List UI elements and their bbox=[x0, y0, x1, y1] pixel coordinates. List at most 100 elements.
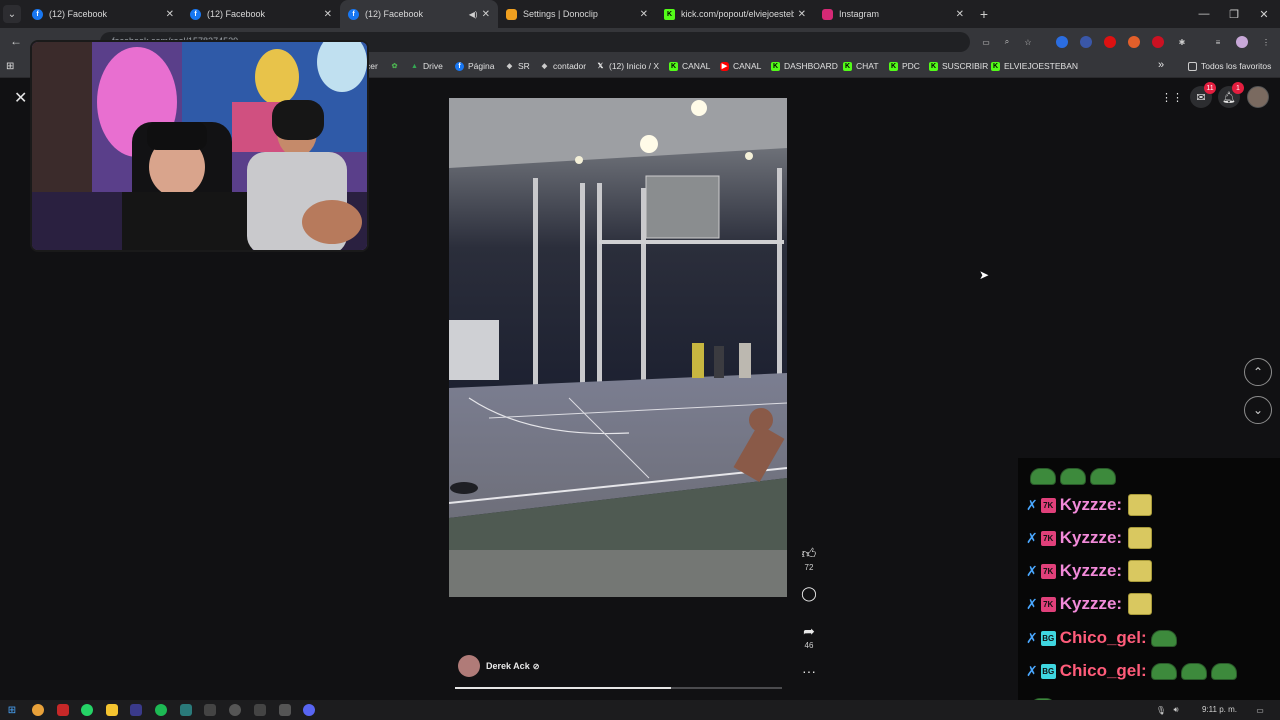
kick-icon: K bbox=[771, 61, 780, 71]
author-name: Derek Ack bbox=[486, 661, 530, 671]
back-arrow-icon[interactable]: ← bbox=[10, 34, 22, 48]
close-icon[interactable]: ✕ bbox=[640, 9, 648, 20]
chevron-down-icon: ⌄ bbox=[1252, 403, 1264, 417]
premiere-icon[interactable] bbox=[130, 704, 142, 716]
video-progress-bar[interactable] bbox=[455, 687, 782, 689]
cast-icon[interactable]: ▭ bbox=[980, 36, 992, 48]
facebook-icon: f bbox=[348, 8, 359, 20]
app-icon[interactable] bbox=[180, 704, 192, 716]
tab-title: Settings | Donoclip bbox=[523, 9, 598, 19]
chat-message: ✗ 7K Kyzzze: bbox=[1026, 494, 1153, 516]
close-icon[interactable]: ✕ bbox=[14, 88, 27, 108]
tab-search-button[interactable]: ⌄ bbox=[0, 0, 24, 28]
restore-button[interactable]: ❐ bbox=[1218, 0, 1250, 28]
media-icon[interactable]: ≡ bbox=[1212, 36, 1224, 48]
tab-strip: ⌄ f (12) Facebook ✕ f (12) Facebook ✕ f … bbox=[0, 0, 1280, 28]
close-icon[interactable]: ✕ bbox=[166, 9, 174, 20]
chat-message: ✗ 7K Kyzzze: bbox=[1026, 527, 1153, 549]
close-icon[interactable]: ✕ bbox=[956, 9, 964, 20]
tab-kick[interactable]: K kick.com/popout/elviejoesteban ✕ bbox=[656, 0, 814, 28]
close-icon[interactable]: ✕ bbox=[798, 9, 806, 20]
bookmark-item[interactable]: ▲ Drive bbox=[410, 61, 443, 71]
bookmark-label: ELVIEJOESTEBAN bbox=[1004, 61, 1079, 71]
extension-icon[interactable] bbox=[1128, 36, 1140, 48]
minimize-button[interactable]: — bbox=[1188, 0, 1220, 28]
reel-video[interactable] bbox=[449, 98, 787, 597]
bookmark-item[interactable]: ◆ contador bbox=[540, 61, 586, 71]
speaker-icon[interactable]: 🔊︎ bbox=[1170, 704, 1182, 716]
bookmark-label: Drive bbox=[423, 61, 443, 71]
like-button[interactable]: 👍︎ 72 bbox=[799, 545, 819, 572]
notification-center-icon[interactable]: ▭ bbox=[1254, 704, 1266, 716]
bookmark-item[interactable]: f Página bbox=[455, 61, 494, 71]
menu-dots-icon[interactable]: ⋮ bbox=[1260, 36, 1272, 48]
whatsapp-icon[interactable] bbox=[81, 704, 93, 716]
all-favorites-folder[interactable]: Todos los favoritos bbox=[1188, 61, 1271, 71]
chat-username: Kyzzze: bbox=[1059, 594, 1123, 613]
previous-reel-button[interactable]: ⌃ bbox=[1244, 358, 1272, 386]
profile-icon[interactable] bbox=[1236, 36, 1248, 48]
tab-facebook-1[interactable]: f (12) Facebook ✕ bbox=[24, 0, 182, 28]
bookmark-label: (12) Inicio / X bbox=[609, 61, 660, 71]
app-icon[interactable] bbox=[57, 704, 69, 716]
sub-badge: BG bbox=[1040, 630, 1056, 646]
webcam-overlay bbox=[30, 40, 369, 252]
app-icon[interactable] bbox=[204, 704, 216, 716]
reel-author[interactable]: Derek Ack ⊘ bbox=[458, 655, 539, 677]
extension-icon[interactable] bbox=[1056, 36, 1068, 48]
discord-icon[interactable] bbox=[303, 704, 315, 716]
microphone-icon[interactable]: 🎙︎ bbox=[1155, 704, 1167, 716]
bookmark-item[interactable]: K PDC bbox=[889, 61, 920, 71]
bookmark-item[interactable]: K CHAT bbox=[843, 61, 879, 71]
messenger-icon[interactable]: ✉ 11 bbox=[1190, 82, 1216, 108]
next-reel-button[interactable]: ⌄ bbox=[1244, 396, 1272, 424]
leaf-icon: ✿ bbox=[391, 62, 398, 70]
bookmark-item[interactable]: ✿ bbox=[390, 61, 403, 70]
bookmark-item[interactable]: K ELVIEJOESTEBAN bbox=[991, 61, 1078, 71]
kick-icon: K bbox=[929, 61, 938, 71]
app-icon[interactable] bbox=[279, 704, 291, 716]
chrome-icon[interactable] bbox=[32, 704, 44, 716]
folder-icon[interactable] bbox=[106, 704, 118, 716]
close-window-button[interactable]: ✕ bbox=[1248, 0, 1280, 28]
apps-grid-icon[interactable]: ⊞ bbox=[6, 61, 14, 72]
bookmark-item[interactable]: ◆ SR bbox=[505, 61, 530, 71]
tab-instagram[interactable]: Instagram ✕ bbox=[814, 0, 972, 28]
chat-username: Kyzzze: bbox=[1059, 495, 1123, 514]
windows-start-icon[interactable]: ⊞ bbox=[6, 704, 18, 716]
extension-icon[interactable] bbox=[1104, 36, 1116, 48]
tab-title: Instagram bbox=[839, 9, 880, 19]
close-icon[interactable]: ✕ bbox=[324, 9, 332, 20]
tab-title: (12) Facebook bbox=[207, 9, 266, 19]
comment-button[interactable]: ◯ bbox=[799, 585, 819, 602]
bell-icon[interactable]: 🔔︎ 1 bbox=[1218, 82, 1244, 108]
more-options-button[interactable]: ··· bbox=[799, 663, 819, 679]
bookmark-item[interactable]: ▶ CANAL bbox=[720, 61, 761, 71]
chevron-down-icon: ⌄ bbox=[3, 5, 21, 23]
basketball-court-scene bbox=[449, 98, 787, 597]
extension-icon[interactable] bbox=[1152, 36, 1164, 48]
extension-icon[interactable] bbox=[1080, 36, 1092, 48]
bookmark-item[interactable]: 𝕏 (12) Inicio / X bbox=[596, 61, 659, 71]
speaker-icon[interactable]: ◀) bbox=[469, 10, 478, 19]
sword-badge-icon: ✗ bbox=[1026, 595, 1038, 612]
bookmark-item[interactable]: K DASHBOARD bbox=[771, 61, 838, 71]
bookmark-item[interactable]: K CANAL bbox=[669, 61, 710, 71]
star-icon[interactable]: ☆ bbox=[1022, 36, 1034, 48]
tab-donoclip[interactable]: Settings | Donoclip ✕ bbox=[498, 0, 656, 28]
app-icon[interactable] bbox=[254, 704, 266, 716]
zoom-icon[interactable]: ⌕ bbox=[1001, 36, 1013, 48]
bookmark-item[interactable]: K SUSCRIBIR bbox=[929, 61, 988, 71]
spotify-icon[interactable] bbox=[155, 704, 167, 716]
menu-grid-icon[interactable]: ⋮⋮ bbox=[1161, 86, 1183, 108]
puzzle-icon[interactable]: ✱ bbox=[1176, 36, 1188, 48]
close-icon[interactable]: ✕ bbox=[482, 9, 490, 20]
facebook-icon: f bbox=[190, 8, 201, 20]
avatar[interactable] bbox=[1247, 86, 1269, 108]
obs-icon[interactable] bbox=[229, 704, 241, 716]
share-button[interactable]: ➦ 46 bbox=[799, 623, 819, 650]
tab-facebook-2[interactable]: f (12) Facebook ✕ bbox=[182, 0, 340, 28]
tab-facebook-3[interactable]: f (12) Facebook ◀) ✕ bbox=[340, 0, 498, 28]
bookmarks-overflow-button[interactable]: » bbox=[1158, 59, 1164, 71]
new-tab-button[interactable]: + bbox=[972, 6, 996, 22]
